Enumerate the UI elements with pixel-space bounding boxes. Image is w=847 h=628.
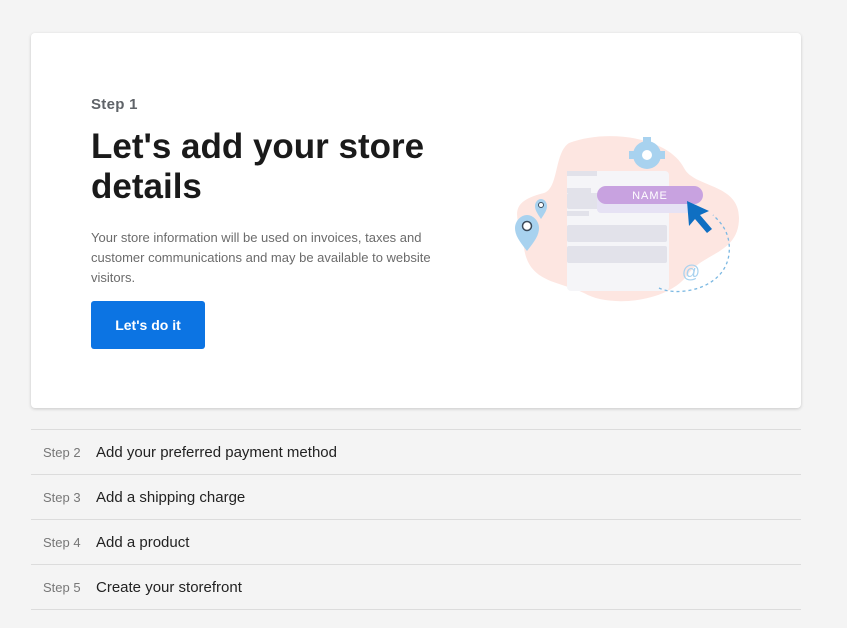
current-step-label: Step 1 (91, 96, 138, 113)
lets-do-it-button[interactable]: Let's do it (91, 301, 205, 349)
step-2-item[interactable]: Step 2 Add your preferred payment method (31, 430, 801, 475)
step-number: Step 4 (43, 534, 81, 550)
step-title: Add a shipping charge (96, 488, 246, 506)
step-title: Add a product (96, 533, 190, 551)
step-5-item[interactable]: Step 5 Create your storefront (31, 565, 801, 610)
store-details-illustration: NAME @ (515, 136, 739, 302)
at-symbol: @ (682, 262, 700, 282)
step-title: Add your preferred payment method (96, 443, 337, 461)
step-title: Create your storefront (96, 578, 242, 596)
step-3-item[interactable]: Step 3 Add a shipping charge (31, 475, 801, 520)
step-number: Step 5 (43, 579, 81, 595)
page-title: Let's add your store details (91, 127, 425, 206)
name-tag-text: NAME (632, 190, 668, 202)
step-1-card: Step 1 Let's add your store details Your… (31, 33, 801, 408)
step-number: Step 3 (43, 489, 81, 505)
step-number: Step 2 (43, 444, 81, 460)
remaining-steps-list: Step 2 Add your preferred payment method… (31, 429, 801, 610)
step-4-item[interactable]: Step 4 Add a product (31, 520, 801, 565)
step-description: Your store information will be used on i… (91, 230, 431, 285)
